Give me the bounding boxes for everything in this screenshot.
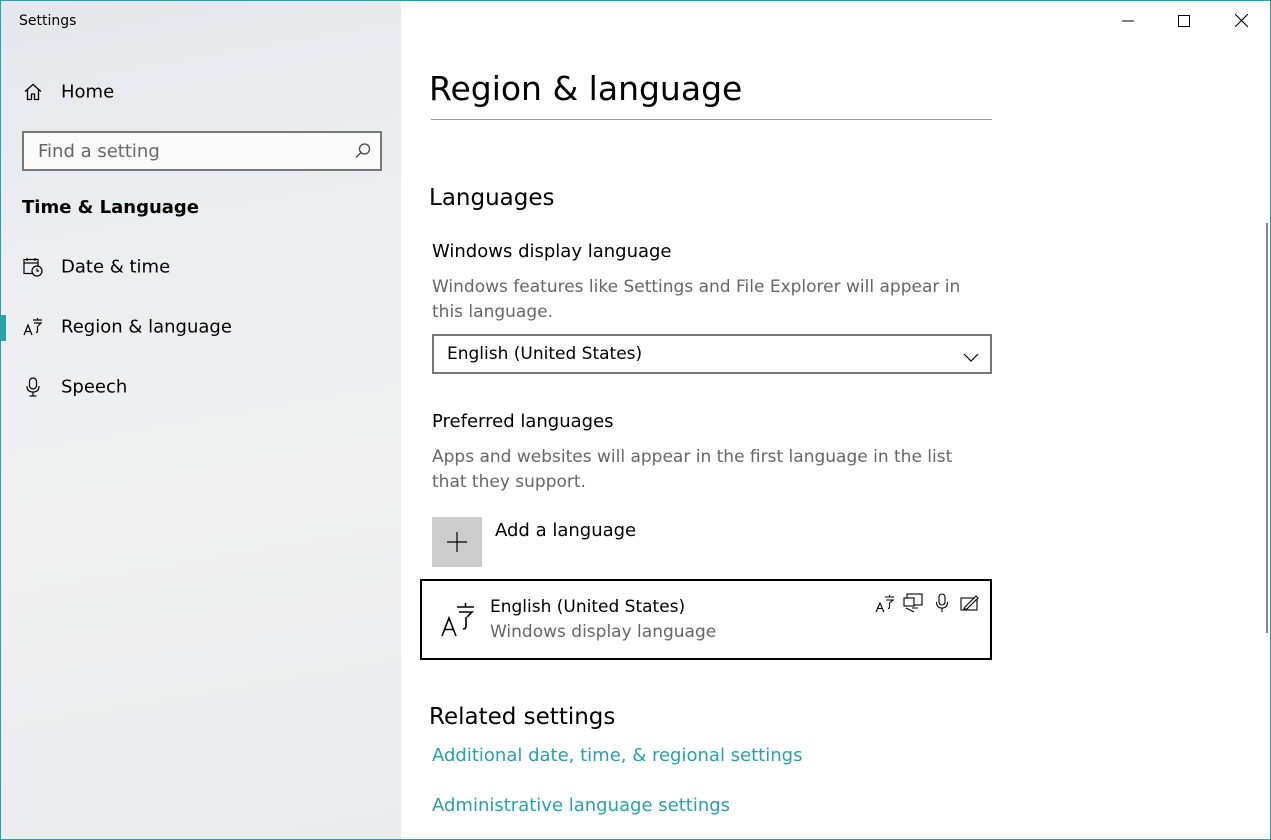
languages-heading: Languages — [429, 185, 555, 211]
page-title: Region & language — [429, 69, 743, 108]
main-content: Region & language Languages Windows disp… — [402, 1, 1270, 839]
display-language-description: Windows features like Settings and File … — [432, 277, 961, 322]
app-title: Settings — [19, 13, 77, 29]
language-icon — [22, 316, 44, 338]
language-pack-icon — [874, 592, 896, 614]
administrative-language-link[interactable]: Administrative language settings — [432, 795, 730, 816]
sidebar: Settings Home Time & Language — [1, 1, 401, 839]
search-box[interactable] — [22, 131, 382, 171]
language-icon — [440, 599, 476, 639]
home-icon — [22, 81, 44, 103]
search-icon[interactable] — [354, 142, 372, 160]
scrollbar-thumb[interactable] — [1266, 223, 1268, 633]
sidebar-item-label: Speech — [61, 376, 128, 398]
display-language-heading: Windows display language — [432, 241, 672, 262]
dropdown-value: English (United States) — [447, 344, 643, 364]
sidebar-item-label: Region & language — [61, 316, 232, 338]
home-nav-item[interactable]: Home — [1, 70, 401, 114]
additional-date-time-regional-link[interactable]: Additional date, time, & regional settin… — [432, 745, 802, 766]
sidebar-item-label: Date & time — [61, 256, 171, 278]
preferred-languages-heading: Preferred languages — [432, 411, 614, 432]
settings-window: Settings Home Time & Language — [0, 0, 1271, 840]
calendar-clock-icon — [22, 256, 44, 278]
display-language-dropdown[interactable]: English (United States) — [432, 334, 992, 374]
plus-icon — [432, 517, 482, 567]
speech-icon — [931, 592, 953, 614]
home-label: Home — [61, 81, 115, 103]
preferred-languages-description: Apps and websites will appear in the fir… — [432, 447, 953, 492]
language-name: English (United States) — [490, 597, 686, 617]
sidebar-item-date-time[interactable]: Date & time — [1, 245, 401, 289]
add-language-label: Add a language — [495, 520, 637, 541]
language-subtitle: Windows display language — [490, 622, 717, 642]
title-divider — [431, 119, 992, 120]
sidebar-item-region-language[interactable]: Region & language — [1, 305, 401, 349]
related-settings-heading: Related settings — [429, 704, 616, 730]
language-list-item[interactable]: English (United States) Windows display … — [420, 579, 992, 660]
sidebar-item-speech[interactable]: Speech — [1, 365, 401, 409]
microphone-icon — [22, 376, 44, 398]
display-language-icon — [902, 592, 924, 614]
search-input[interactable] — [24, 133, 344, 169]
handwriting-icon — [959, 592, 981, 614]
chevron-down-icon — [962, 348, 980, 362]
section-label: Time & Language — [22, 197, 200, 218]
add-language-button[interactable]: Add a language — [432, 517, 732, 567]
